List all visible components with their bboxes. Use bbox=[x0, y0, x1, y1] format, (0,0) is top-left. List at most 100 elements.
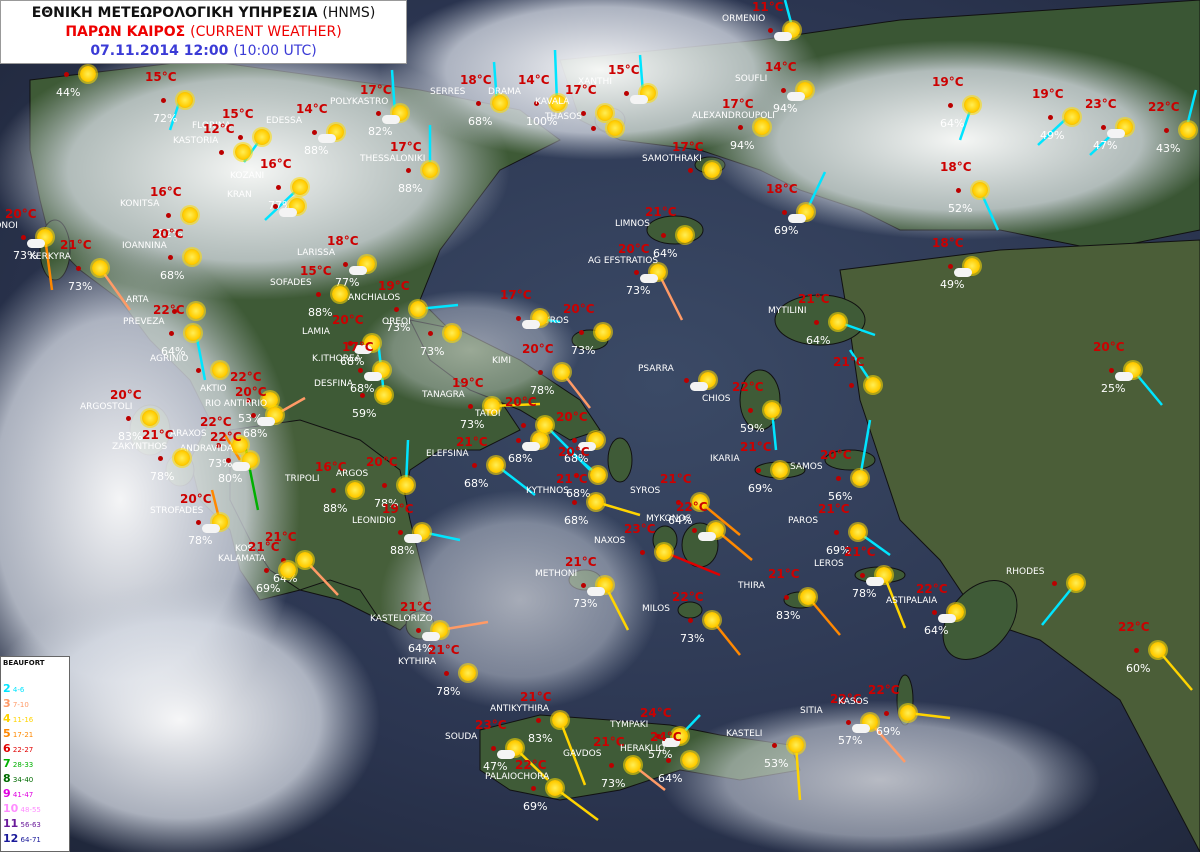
station-name: TRIPOLI bbox=[285, 474, 320, 484]
station-humidity: 82% bbox=[368, 125, 393, 138]
station-marker bbox=[376, 111, 381, 116]
station-name: SOFADES bbox=[270, 278, 312, 288]
sun-icon bbox=[174, 450, 190, 466]
station-marker bbox=[126, 416, 131, 421]
station-marker bbox=[688, 168, 693, 173]
station-temperature: 20°C bbox=[618, 242, 650, 256]
station-marker bbox=[948, 103, 953, 108]
station-temperature: 20°C bbox=[366, 455, 398, 469]
legend-beaufort-number: 5 bbox=[3, 727, 11, 740]
station-temperature: 15°C bbox=[300, 264, 332, 278]
station-name: METHONI bbox=[535, 569, 578, 579]
cloud-icon bbox=[279, 208, 297, 217]
sun-icon bbox=[788, 737, 804, 753]
station-temperature: 18°C bbox=[940, 160, 972, 174]
legend-beaufort-number: 12 bbox=[3, 832, 19, 845]
station-temperature: 22°C bbox=[732, 380, 764, 394]
station-temperature: 22°C bbox=[676, 500, 708, 514]
station-humidity: 88% bbox=[308, 306, 333, 319]
station-humidity: 68% bbox=[564, 514, 589, 527]
station-humidity: 78% bbox=[188, 534, 213, 547]
station-temperature: 19°C bbox=[382, 502, 414, 516]
station-temperature: 18°C bbox=[327, 234, 359, 248]
station-marker bbox=[476, 101, 481, 106]
sun-icon bbox=[460, 665, 476, 681]
station-marker bbox=[521, 423, 526, 428]
station-temperature: 17°C bbox=[565, 83, 597, 97]
station-name: ZAKYNTHOS bbox=[112, 442, 168, 452]
cloud-icon bbox=[257, 417, 275, 426]
sun-icon bbox=[850, 524, 866, 540]
sun-icon bbox=[1180, 122, 1196, 138]
sun-icon bbox=[677, 227, 693, 243]
station-marker bbox=[624, 91, 629, 96]
station-marker bbox=[219, 150, 224, 155]
sun-icon bbox=[625, 757, 641, 773]
station-marker bbox=[579, 330, 584, 335]
station-name: ANCHIALOS bbox=[348, 293, 401, 303]
station-humidity: 78% bbox=[436, 685, 461, 698]
station-humidity: 73% bbox=[68, 280, 93, 293]
station-temperature: 21°C bbox=[520, 690, 552, 704]
station-humidity: 47% bbox=[1093, 139, 1118, 152]
legend-beaufort-number: 2 bbox=[3, 682, 11, 695]
station-name: KASTELORIZO bbox=[370, 614, 433, 624]
header-title-bold: ΕΘΝΙΚΗ ΜΕΤΕΩΡΟΛΟΓΙΚΗ ΥΠΗΡΕΣΙΑ bbox=[31, 5, 318, 21]
station-name: HERAKLIO bbox=[620, 744, 666, 754]
station-temperature: 19°C bbox=[932, 75, 964, 89]
station-name: LIMNOS bbox=[615, 219, 650, 229]
sun-icon bbox=[254, 129, 270, 145]
station-name: STROFADES bbox=[150, 506, 204, 516]
station-marker bbox=[472, 463, 477, 468]
legend-item: 4 11-16 bbox=[3, 711, 67, 726]
station-marker bbox=[161, 98, 166, 103]
sun-icon bbox=[142, 410, 158, 426]
station-marker bbox=[748, 408, 753, 413]
station-humidity: 52% bbox=[948, 202, 973, 215]
station-humidity: 59% bbox=[740, 422, 765, 435]
station-name: KIMI bbox=[492, 356, 511, 366]
station-temperature: 20°C bbox=[522, 342, 554, 356]
sun-icon bbox=[398, 477, 414, 493]
legend-beaufort-number: 7 bbox=[3, 757, 11, 770]
station-name: ELEFSINA bbox=[426, 449, 469, 459]
station-name: ASTIPALAIA bbox=[886, 596, 938, 606]
station-humidity: 73% bbox=[571, 344, 596, 357]
wind-barb bbox=[794, 744, 802, 801]
station-temperature: 18°C bbox=[460, 73, 492, 87]
station-marker bbox=[468, 404, 473, 409]
station-humidity: 49% bbox=[1040, 129, 1065, 142]
legend-item: 2 4-6 bbox=[3, 681, 67, 696]
station-marker bbox=[64, 72, 69, 77]
station-name: EDESSA bbox=[266, 116, 303, 126]
header-title-plain: (HNMS) bbox=[322, 5, 376, 21]
header-subtitle-bold: ΠΑΡΩΝ ΚΑΙΡΟΣ bbox=[65, 24, 186, 40]
sun-icon bbox=[376, 387, 392, 403]
station-name: SOUDA bbox=[445, 732, 478, 742]
sun-icon bbox=[488, 457, 504, 473]
station-marker bbox=[884, 711, 889, 716]
legend-beaufort-number: 4 bbox=[3, 712, 11, 725]
station-temperature: 21°C bbox=[798, 292, 830, 306]
station-temperature: 23°C bbox=[475, 718, 507, 732]
station-humidity: 25% bbox=[1101, 382, 1126, 395]
station-humidity: 80% bbox=[218, 472, 243, 485]
station-marker bbox=[531, 786, 536, 791]
sun-icon bbox=[280, 562, 296, 578]
station-name: KONITSA bbox=[120, 199, 160, 209]
station-marker bbox=[640, 550, 645, 555]
station-temperature: 14°C bbox=[518, 73, 550, 87]
station-name: KYTHNOS bbox=[526, 486, 569, 496]
station-temperature: 19°C bbox=[452, 376, 484, 390]
sun-icon bbox=[297, 552, 313, 568]
station-humidity: 83% bbox=[776, 609, 801, 622]
station-humidity: 73% bbox=[573, 597, 598, 610]
legend-knots-range: 22-27 bbox=[10, 746, 34, 754]
station-name: KASTORIA bbox=[173, 136, 219, 146]
station-marker bbox=[836, 476, 841, 481]
station-humidity: 73% bbox=[680, 632, 705, 645]
wind-barbs-layer bbox=[43, 0, 1198, 822]
station-temperature: 14°C bbox=[296, 102, 328, 116]
station-humidity: 68% bbox=[468, 115, 493, 128]
sun-icon bbox=[552, 712, 568, 728]
